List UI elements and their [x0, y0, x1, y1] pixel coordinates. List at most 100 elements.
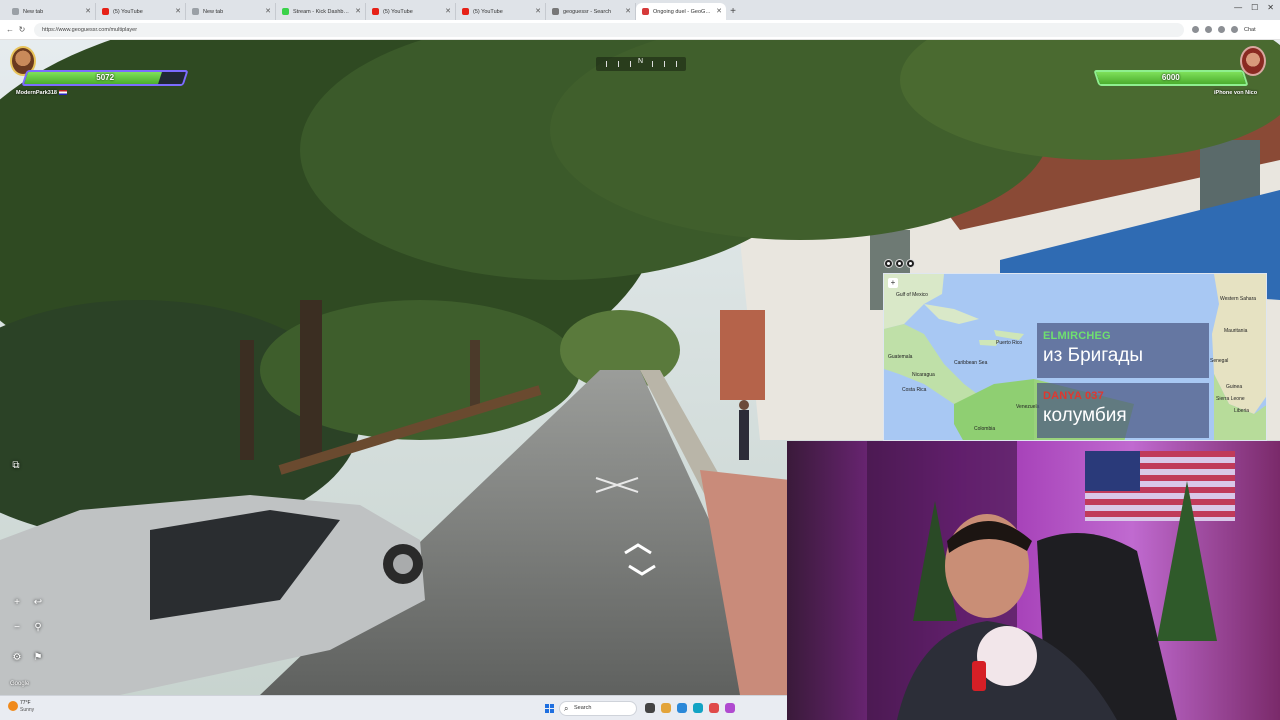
webcam-feed-illustration	[787, 441, 1280, 720]
reload-icon[interactable]: ↻	[16, 25, 28, 34]
chrome-tab-icon	[192, 8, 199, 15]
browser-tab[interactable]: Stream - Kick Dashboard ✕	[276, 3, 366, 20]
map-country-label: Colombia	[974, 426, 996, 432]
store-icon[interactable]	[693, 703, 703, 713]
tab-label: geoguessr - Search	[563, 8, 611, 15]
compass-heading: N	[638, 58, 644, 65]
tab-label: Stream - Kick Dashboard	[293, 8, 351, 15]
pan-cursor-marker	[595, 477, 639, 493]
maximize-icon[interactable]: ☐	[1251, 3, 1258, 12]
player-panel-right: 6000 iPhone von Nico	[1090, 44, 1274, 100]
map-enlarge-icon[interactable]	[884, 259, 893, 268]
health-value: 6000	[1161, 73, 1180, 82]
map-pin-icon[interactable]	[906, 259, 915, 268]
chat-username: ELMIRCHEG	[1043, 330, 1111, 342]
close-icon[interactable]: ✕	[355, 8, 361, 15]
task-view-icon[interactable]	[645, 703, 655, 713]
weather-temperature: 77°F	[20, 700, 31, 706]
map-country-label: Senegal	[1210, 358, 1229, 364]
extension-icon[interactable]	[1205, 26, 1212, 33]
player-name: ModernPark318	[16, 90, 67, 96]
map-zoom-in-button[interactable]: +	[888, 278, 898, 288]
obs-icon[interactable]	[725, 703, 735, 713]
map-shrink-icon[interactable]	[895, 259, 904, 268]
tab-label: (5) YouTube	[113, 8, 143, 15]
taskbar-search-box[interactable]: Search	[559, 701, 637, 716]
geoguessr-icon	[642, 8, 649, 15]
close-icon[interactable]: ✕	[445, 8, 451, 15]
close-icon[interactable]: ✕	[265, 8, 271, 15]
weather-icon[interactable]	[8, 701, 18, 711]
map-country-label: Venezuela	[1016, 404, 1040, 410]
browser-tab[interactable]: (5) YouTube ✕	[456, 3, 546, 20]
windows-start-icon[interactable]	[545, 704, 554, 713]
browser-tab[interactable]: (5) YouTube ✕	[96, 3, 186, 20]
map-country-label: Guatemala	[888, 354, 913, 360]
streamer-webcam	[787, 441, 1280, 720]
map-country-label: Mauritania	[1224, 328, 1248, 334]
browser-tab[interactable]: Ongoing duel - GeoGuessr ✕	[636, 3, 726, 20]
profile-avatar[interactable]	[1231, 26, 1238, 33]
chat-message: ELMIRCHEG из Бригады	[1037, 323, 1209, 378]
extension-icon[interactable]	[1192, 26, 1199, 33]
tab-label: (5) YouTube	[383, 8, 413, 15]
chrome-icon[interactable]	[709, 703, 719, 713]
back-icon[interactable]: ←	[4, 25, 16, 34]
extension-icon[interactable]	[1218, 26, 1225, 33]
chat-username: DANYA 037	[1043, 390, 1104, 402]
youtube-icon	[462, 8, 469, 15]
map-country-label: Nicaragua	[912, 372, 935, 378]
player-name-text: ModernPark318	[16, 90, 57, 96]
edge-icon[interactable]	[677, 703, 687, 713]
weather-description: Sunny	[20, 707, 35, 713]
undo-move-icon[interactable]: ↩	[31, 597, 45, 608]
close-window-icon[interactable]: ✕	[1267, 3, 1274, 12]
url-field[interactable]: https://www.geoguessr.com/multiplayer	[34, 22, 1184, 37]
browser-tab[interactable]: (5) YouTube ✕	[366, 3, 456, 20]
map-country-label: Guinea	[1226, 384, 1243, 390]
extensions-area: Chat	[1192, 26, 1256, 33]
map-size-controls	[884, 259, 915, 268]
move-backward-arrow[interactable]	[626, 562, 658, 578]
compass: N	[596, 57, 686, 71]
map-country-label: Liberia	[1234, 408, 1250, 414]
kick-icon	[282, 8, 289, 15]
browser-tab[interactable]: New tab ✕	[6, 3, 96, 20]
chat-message: DANYA 037 колумбия	[1037, 383, 1209, 438]
settings-icon[interactable]: ⚙	[10, 652, 24, 663]
return-to-start-icon[interactable]: ⚑	[31, 652, 45, 663]
zoom-out-button[interactable]: −	[10, 622, 24, 633]
close-icon[interactable]: ✕	[716, 8, 722, 15]
health-bar: 5072	[21, 70, 189, 86]
close-icon[interactable]: ✕	[85, 8, 91, 15]
tab-label: (5) YouTube	[473, 8, 503, 15]
map-country-label: Puerto Rico	[996, 340, 1023, 346]
tab-label: New tab	[23, 8, 44, 15]
map-country-label: Caribbean Sea	[954, 360, 988, 366]
os-taskbar: 77°F Sunny Search	[0, 695, 787, 720]
map-country-label: Western Sahara	[1220, 296, 1257, 302]
close-icon[interactable]: ✕	[625, 8, 631, 15]
report-icon[interactable]: ⧉	[9, 460, 23, 471]
map-country-label: Sierra Leone	[1216, 396, 1245, 402]
search-icon	[552, 8, 559, 15]
map-country-label: Gulf of Mexico	[896, 292, 928, 298]
file-explorer-icon[interactable]	[661, 703, 671, 713]
move-forward-arrow[interactable]	[622, 541, 654, 557]
youtube-icon	[102, 8, 109, 15]
flag-icon	[58, 90, 67, 96]
checkpoint-icon[interactable]: ⚲	[31, 622, 45, 633]
google-attribution: Google	[10, 681, 30, 687]
close-icon[interactable]: ✕	[175, 8, 181, 15]
zoom-in-button[interactable]: +	[10, 597, 24, 608]
browser-tab[interactable]: New tab ✕	[186, 3, 276, 20]
browser-tab[interactable]: geoguessr - Search ✕	[546, 3, 636, 20]
new-tab-button[interactable]: +	[726, 3, 740, 20]
opponent-name: iPhone von Nico	[1214, 90, 1258, 96]
close-icon[interactable]: ✕	[535, 8, 541, 15]
taskbar-apps	[645, 703, 735, 713]
minimize-icon[interactable]: —	[1234, 3, 1242, 12]
chat-button[interactable]: Chat	[1244, 27, 1256, 33]
player-panel-left: 5072 ModernPark318	[10, 44, 190, 100]
tab-label: Ongoing duel - GeoGuessr	[653, 8, 712, 15]
